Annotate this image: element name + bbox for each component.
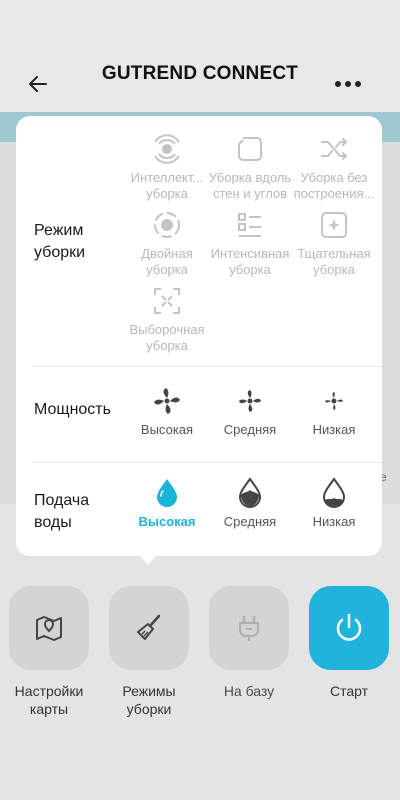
mode-option-label: Уборка без построения... (293, 170, 375, 201)
shuffle-icon (321, 138, 347, 160)
more-button[interactable] (330, 74, 366, 94)
water-high-icon (157, 479, 177, 507)
cleaning-modes-button[interactable] (109, 586, 189, 670)
mode-option-smart[interactable]: Интеллект... уборка (119, 132, 215, 202)
mode-option-label: Тщательная уборка (297, 246, 371, 277)
power-option-low[interactable]: Низкая (286, 384, 382, 438)
power-option-label: Низкая (312, 422, 356, 437)
water-option-label: Низкая (312, 514, 356, 529)
water-low-icon (322, 477, 346, 508)
broom-icon (137, 614, 161, 640)
mode-option-random[interactable]: Уборка без построения... (286, 132, 382, 202)
thorough-clean-icon (321, 212, 347, 238)
water-option-label: Высокая (138, 514, 196, 529)
section-divider (32, 366, 382, 367)
water-option-label: Средняя (223, 514, 277, 529)
power-option-medium[interactable]: Средняя (202, 384, 298, 438)
smart-clean-icon (154, 134, 180, 164)
power-option-high[interactable]: Высокая (119, 384, 215, 438)
mode-option-edge[interactable]: Уборка вдоль стен и углов (202, 132, 298, 202)
cleaning-modes-label: Режимы уборки (122, 683, 176, 717)
mode-option-selective[interactable]: Выборочная уборка (119, 284, 215, 354)
fan-high-icon (154, 388, 180, 414)
app-header (0, 0, 400, 112)
section-divider (32, 462, 382, 463)
mode-option-thorough[interactable]: Тщательная уборка (286, 208, 382, 278)
water-option-medium[interactable]: Средняя (202, 476, 298, 530)
power-option-label: Высокая (140, 422, 194, 437)
mode-option-label: Уборка вдоль стен и углов (208, 170, 292, 201)
mode-option-intensive[interactable]: Интенсивная уборка (202, 208, 298, 278)
return-to-base-label: На базу (223, 683, 275, 699)
more-dots-icon (335, 81, 361, 87)
cleaning-mode-label: Режим уборки (34, 222, 86, 261)
power-icon (336, 613, 362, 641)
mode-option-label: Двойная уборка (141, 246, 193, 277)
popup-pointer (138, 553, 158, 565)
mode-option-label: Интеллект... уборка (130, 170, 204, 201)
mode-option-label: Выборочная уборка (129, 322, 205, 353)
mode-option-double[interactable]: Двойная уборка (119, 208, 215, 278)
map-settings-button[interactable] (9, 586, 89, 670)
water-option-high[interactable]: Высокая (119, 476, 215, 530)
start-button[interactable] (309, 586, 389, 670)
cleaning-settings-popup: Режим уборки Интеллект... уборка Уборка … (16, 116, 382, 556)
water-option-low[interactable]: Низкая (286, 476, 382, 530)
selective-clean-icon (154, 288, 180, 314)
mode-option-label: Интенсивная уборка (210, 246, 290, 277)
fan-medium-icon (239, 390, 261, 412)
map-settings-label: Настройки карты (14, 683, 84, 717)
return-to-base-button[interactable] (209, 586, 289, 670)
start-label: Старт (329, 683, 369, 699)
edge-clean-icon (238, 137, 262, 161)
water-medium-icon (238, 477, 262, 508)
intensive-clean-icon (238, 213, 261, 237)
map-pin-icon (36, 616, 62, 641)
fan-low-icon (325, 392, 343, 410)
power-label: Мощность (34, 401, 111, 418)
water-label: Подача воды (34, 492, 90, 531)
power-option-label: Средняя (223, 422, 277, 437)
double-clean-icon (154, 212, 180, 238)
dock-icon (239, 615, 259, 641)
